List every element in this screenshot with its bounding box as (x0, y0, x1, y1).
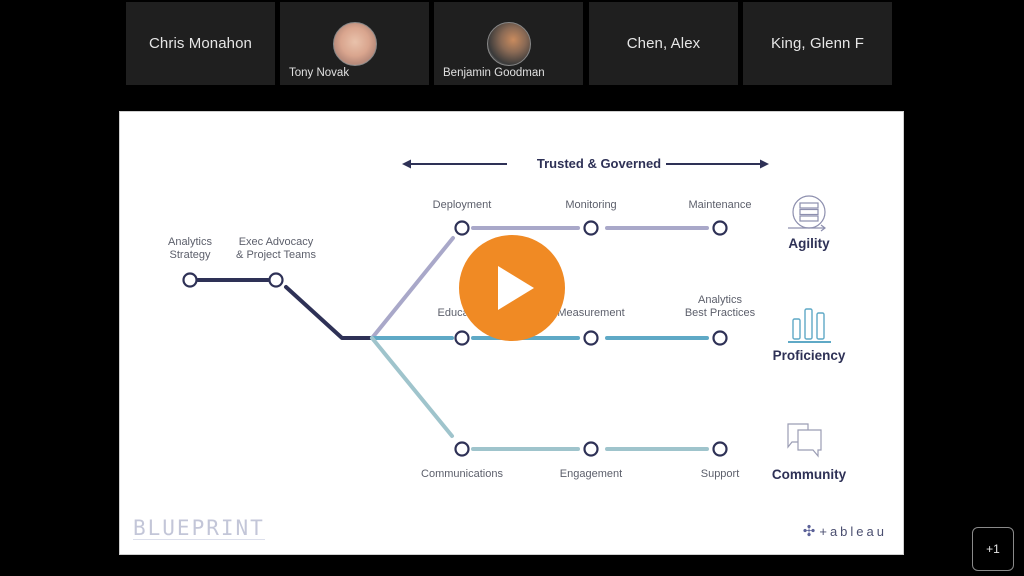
avatar (486, 22, 531, 66)
node-support (712, 441, 728, 457)
node-label-line: Best Practices (684, 307, 756, 319)
category-proficiency: Proficiency (772, 348, 846, 363)
participant-name: Chen, Alex (626, 35, 701, 52)
node-label: Analytics Best Practices (685, 294, 755, 320)
play-button[interactable] (459, 235, 565, 341)
node-label-line: Analytics (697, 294, 743, 306)
participant-name: King, Glenn F (770, 35, 864, 52)
node-best-practices (712, 330, 728, 346)
more-participants-button[interactable]: +1 (972, 527, 1014, 571)
participant-name: Tony Novak (289, 67, 350, 79)
node-analytics-strategy (182, 272, 198, 288)
participant-tile[interactable]: Chen, Alex (589, 2, 738, 85)
participant-name: Chris Monahon (148, 35, 253, 52)
play-icon (498, 266, 534, 310)
node-label: Engagement (559, 468, 623, 480)
category-community: Community (771, 467, 847, 482)
node-label: Deployment (432, 199, 492, 211)
participant-name: Benjamin Goodman (443, 67, 545, 79)
node-exec-advocacy (268, 272, 284, 288)
shared-slide: Trusted & Governed Analytics Strategy Ex… (119, 111, 904, 555)
category-agility: Agility (788, 236, 830, 251)
blueprint-logo: BLUEPRINT (133, 516, 265, 540)
banner-arrow-left (402, 159, 507, 169)
node-education (454, 330, 470, 346)
node-label: Measurement (557, 307, 625, 319)
node-label: Support (700, 468, 740, 480)
node-measurement (583, 330, 599, 346)
branch-community (370, 336, 454, 438)
bar-chart-icon (788, 308, 831, 343)
node-label-line: & Project Teams (236, 249, 316, 261)
participant-tile[interactable]: Chris Monahon (126, 2, 275, 85)
server-cycle-icon (788, 195, 826, 232)
node-label-line: Strategy (169, 249, 211, 261)
node-monitoring (583, 220, 599, 236)
node-deployment (454, 220, 470, 236)
participant-tile[interactable]: Tony Novak (280, 2, 429, 85)
tableau-logo: ✣ +ableau (803, 522, 887, 540)
tableau-wordmark: +ableau (819, 523, 887, 539)
chat-bubbles-icon (787, 423, 822, 458)
node-label-line: Exec Advocacy (238, 236, 314, 248)
avatar (332, 22, 377, 66)
participant-tile[interactable]: King, Glenn F (743, 2, 892, 85)
tableau-mark-icon: ✣ (802, 523, 816, 540)
node-label: Communications (421, 468, 503, 480)
participant-tile[interactable]: Benjamin Goodman (434, 2, 583, 85)
node-label: Maintenance (688, 199, 752, 211)
node-label: Monitoring (565, 199, 617, 211)
banner-arrow-right (666, 159, 769, 169)
node-label: Analytics Strategy (168, 236, 212, 262)
node-communications (454, 441, 470, 457)
node-engagement (583, 441, 599, 457)
banner-title: Trusted & Governed (536, 156, 662, 171)
node-label: Exec Advocacy & Project Teams (236, 236, 316, 262)
trunk-path (284, 285, 374, 340)
node-label-line: Analytics (167, 236, 213, 248)
node-maintenance (712, 220, 728, 236)
branch-agility (370, 236, 455, 340)
